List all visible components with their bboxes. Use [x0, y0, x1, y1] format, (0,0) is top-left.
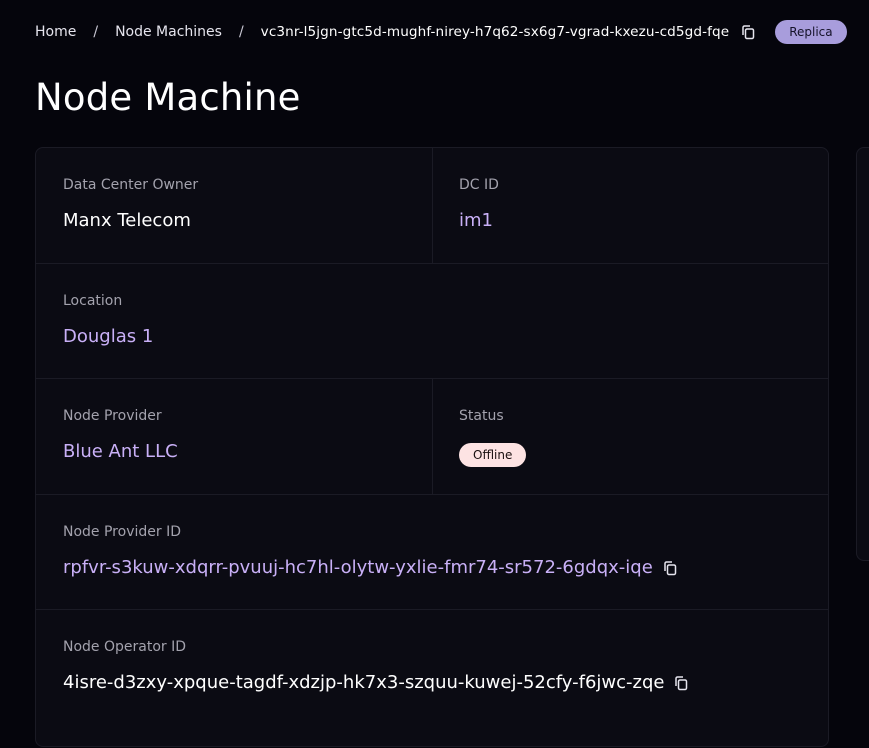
node-operator-id-field: Node Operator ID 4isre-d3zxy-xpque-tagdf…	[36, 610, 828, 748]
breadcrumb-node-machines-link[interactable]: Node Machines	[115, 24, 222, 40]
details-row: Node Provider Blue Ant LLC Status Offlin…	[36, 379, 828, 495]
copy-icon[interactable]	[662, 560, 678, 576]
dc-id-label: DC ID	[459, 177, 499, 193]
dc-owner-field: Data Center Owner Manx Telecom	[36, 148, 432, 263]
copy-icon[interactable]	[740, 24, 756, 40]
node-operator-id-value: 4isre-d3zxy-xpque-tagdf-xdzjp-hk7x3-szqu…	[63, 672, 665, 693]
breadcrumb: Home / Node Machines / vc3nr-l5jgn-gtc5d…	[35, 18, 847, 46]
dc-id-field: DC ID im1	[432, 148, 828, 263]
node-provider-link[interactable]: Blue Ant LLC	[63, 441, 178, 462]
node-provider-label: Node Provider	[63, 408, 162, 424]
status-label: Status	[459, 408, 504, 424]
node-operator-id-label: Node Operator ID	[63, 639, 187, 655]
status-badge: Offline	[459, 443, 527, 467]
breadcrumb-current-node-id: vc3nr-l5jgn-gtc5d-mughf-nirey-h7q62-sx6g…	[260, 24, 730, 40]
status-field: Status Offline	[432, 379, 828, 494]
location-label: Location	[63, 293, 123, 309]
node-provider-id-label: Node Provider ID	[63, 524, 181, 540]
node-machine-details-card: Data Center Owner Manx Telecom DC ID im1…	[35, 147, 829, 747]
node-provider-id-field: Node Provider ID rpfvr-s3kuw-xdqrr-pvuuj…	[36, 495, 828, 609]
location-field: Location Douglas 1	[36, 264, 828, 378]
replica-badge: Replica	[775, 20, 847, 44]
node-provider-id-link[interactable]: rpfvr-s3kuw-xdqrr-pvuuj-hc7hl-olytw-yxli…	[63, 557, 653, 578]
details-row: Location Douglas 1	[36, 264, 828, 379]
details-row: Node Provider ID rpfvr-s3kuw-xdqrr-pvuuj…	[36, 495, 828, 610]
node-provider-id-row: rpfvr-s3kuw-xdqrr-pvuuj-hc7hl-olytw-yxli…	[63, 557, 678, 578]
breadcrumb-separator: /	[93, 24, 99, 40]
details-row: Data Center Owner Manx Telecom DC ID im1	[36, 148, 828, 264]
node-provider-field: Node Provider Blue Ant LLC	[36, 379, 432, 494]
page-title: Node Machine	[35, 76, 301, 119]
copy-icon[interactable]	[673, 675, 689, 691]
dc-id-link[interactable]: im1	[459, 210, 493, 231]
breadcrumb-home-link[interactable]: Home	[35, 24, 76, 40]
breadcrumb-separator: /	[238, 24, 244, 40]
dc-owner-value: Manx Telecom	[63, 210, 191, 231]
node-operator-id-row: 4isre-d3zxy-xpque-tagdf-xdzjp-hk7x3-szqu…	[63, 672, 689, 693]
dc-owner-label: Data Center Owner	[63, 177, 199, 193]
side-panel	[856, 147, 869, 561]
location-link[interactable]: Douglas 1	[63, 326, 153, 347]
details-row: Node Operator ID 4isre-d3zxy-xpque-tagdf…	[36, 610, 828, 748]
